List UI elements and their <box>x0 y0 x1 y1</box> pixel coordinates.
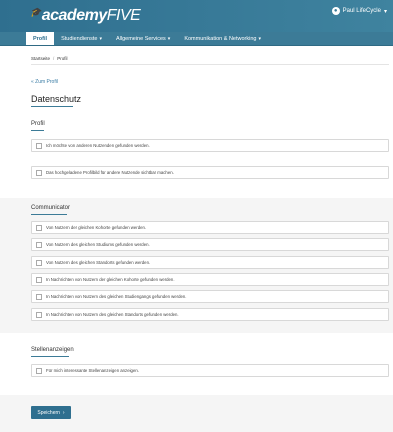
checkbox[interactable] <box>36 224 42 231</box>
option-row[interactable]: Das hochgeladene Profilbild für andere N… <box>31 166 389 179</box>
user-name: Paul LifeCycle <box>342 8 381 14</box>
main-navigation: Profil Studiendienste ▾ Allgemeine Servi… <box>0 32 393 46</box>
user-menu[interactable]: ● Paul LifeCycle ▾ <box>331 7 387 15</box>
nav-item-allgemeine-services[interactable]: Allgemeine Services ▾ <box>109 32 177 45</box>
option-row[interactable]: In Nachrichten von Nutzern des gleichen … <box>31 308 389 321</box>
option-label: In Nachrichten von Nutzern der gleichen … <box>46 277 175 282</box>
checkbox[interactable] <box>36 259 42 266</box>
checkbox[interactable] <box>36 276 42 283</box>
option-row[interactable]: In Nachrichten von Nutzern der gleichen … <box>31 273 389 286</box>
title-underline <box>31 106 73 107</box>
logo-text-light: FIVE <box>106 7 141 24</box>
checkbox[interactable] <box>36 367 42 374</box>
chevron-down-icon: ▾ <box>258 35 261 42</box>
nav-item-kommunikation-networking[interactable]: Kommunikation & Networking ▾ <box>177 32 268 45</box>
nav-item-label: Profil <box>33 35 48 42</box>
chevron-down-icon: ▾ <box>383 8 387 15</box>
app-logo[interactable]: 🎓 academy FIVE <box>30 7 141 25</box>
section-title-stellenanzeigen: Stellenanzeigen <box>31 347 74 353</box>
checkbox[interactable] <box>36 142 42 149</box>
breadcrumb-separator: / <box>53 56 55 61</box>
save-button[interactable]: Speichern › <box>31 406 71 419</box>
breadcrumb-home[interactable]: Startseite <box>31 56 50 61</box>
top-header: 🎓 academy FIVE ● Paul LifeCycle ▾ <box>0 0 393 32</box>
option-label: Für mich interessante Stellenanzeigen an… <box>46 368 139 373</box>
option-row[interactable]: Von Nutzern des gleichen Standorts gefun… <box>31 256 389 269</box>
section-underline <box>31 214 67 215</box>
option-row[interactable]: Von Nutzern der gleichen Kohorte gefunde… <box>31 221 389 234</box>
page-title: Datenschutz <box>31 94 82 104</box>
divider <box>31 64 389 65</box>
nav-item-label: Kommunikation & Networking <box>184 35 257 42</box>
chevron-down-icon: ▾ <box>99 35 102 42</box>
nav-item-profil[interactable]: Profil <box>26 32 55 45</box>
option-row[interactable]: Von Nutzern des gleichen Studiums gefund… <box>31 238 389 251</box>
section-underline <box>31 356 69 357</box>
breadcrumb-current: Profil <box>57 56 68 61</box>
section-title-profil: Profil <box>31 121 45 127</box>
option-label: In Nachrichten von Nutzern des gleichen … <box>46 294 187 299</box>
nav-item-label: Studiendienste <box>61 35 98 42</box>
option-row[interactable]: Für mich interessante Stellenanzeigen an… <box>31 364 389 377</box>
option-label: Von Nutzern der gleichen Kohorte gefunde… <box>46 225 147 230</box>
option-row[interactable]: Ich möchte von anderen Nutzenden gefunde… <box>31 139 389 152</box>
graduation-cap-icon: 🎓 <box>30 7 41 17</box>
chevron-down-icon: ▾ <box>167 35 171 42</box>
breadcrumb: Startseite / Profil <box>31 56 68 61</box>
section-underline <box>31 130 44 131</box>
section-title-communicator: Communicator <box>31 205 71 211</box>
checkbox[interactable] <box>36 293 42 300</box>
option-label: Von Nutzern des gleichen Standorts gefun… <box>46 260 151 265</box>
option-label: Von Nutzern des gleichen Studiums gefund… <box>46 242 150 247</box>
option-label: In Nachrichten von Nutzern des gleichen … <box>46 312 179 317</box>
checkbox[interactable] <box>36 241 42 248</box>
chevron-right-icon: › <box>62 409 65 416</box>
logo-text-bold: academy <box>41 7 108 24</box>
nav-item-label: Allgemeine Services <box>115 35 166 42</box>
checkbox[interactable] <box>36 169 42 176</box>
option-label: Das hochgeladene Profilbild für andere N… <box>46 170 174 175</box>
option-label: Ich möchte von anderen Nutzenden gefunde… <box>46 143 150 148</box>
user-avatar-icon: ● <box>331 7 340 15</box>
checkbox[interactable] <box>36 311 42 318</box>
back-to-profile-link[interactable]: « Zum Profil <box>31 79 58 85</box>
save-button-label: Speichern <box>37 409 60 416</box>
option-row[interactable]: In Nachrichten von Nutzern des gleichen … <box>31 290 389 303</box>
nav-item-studiendienste[interactable]: Studiendienste ▾ <box>54 32 109 45</box>
